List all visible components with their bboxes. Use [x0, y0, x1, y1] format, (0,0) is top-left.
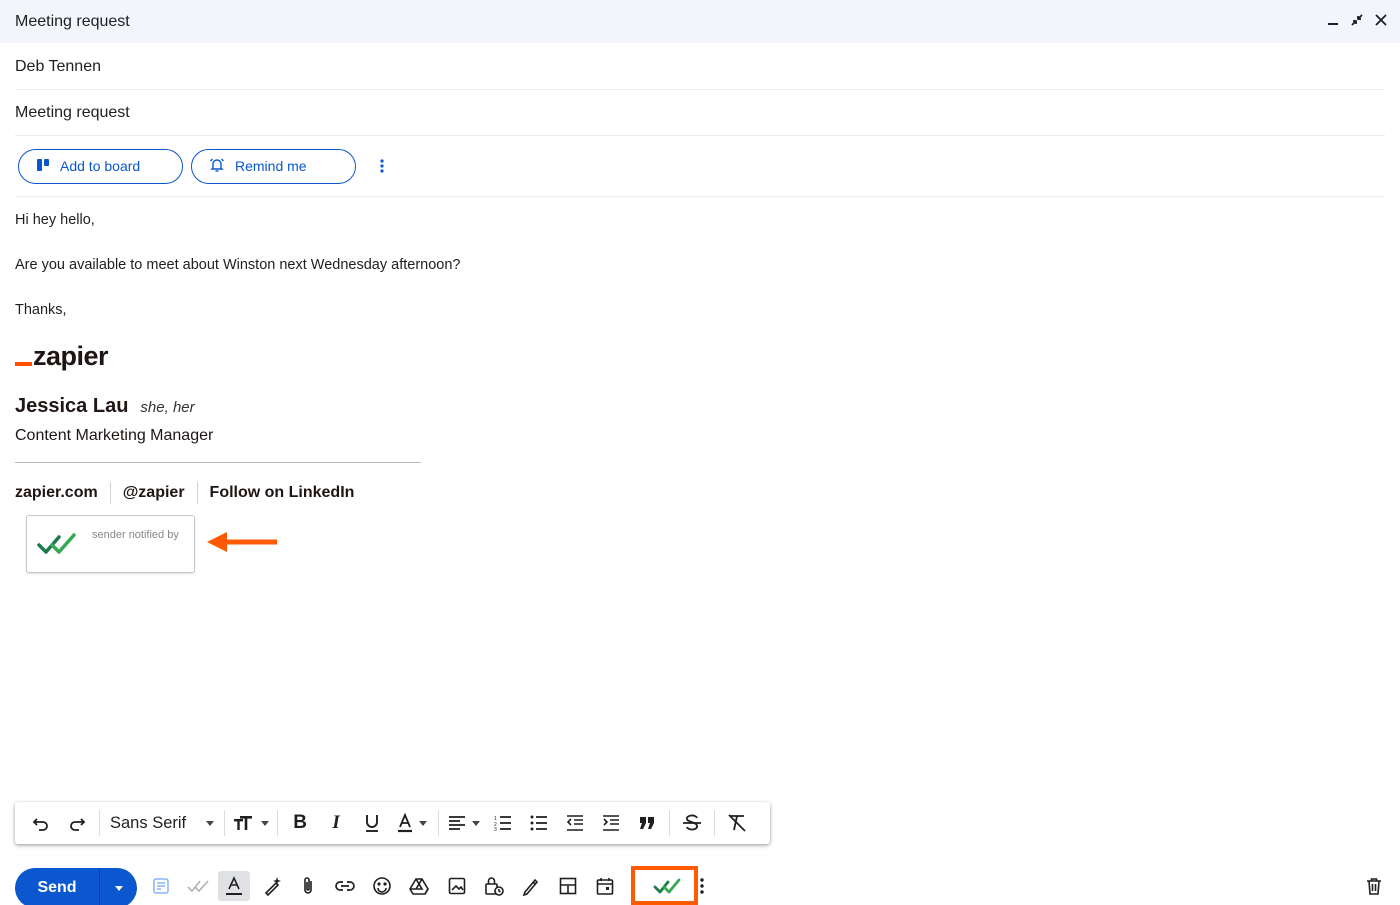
- redo-icon[interactable]: [59, 808, 95, 838]
- closing-text: Thanks,: [15, 302, 67, 318]
- chevron-down-icon: [114, 885, 123, 891]
- send-label: Send: [37, 879, 77, 896]
- send-button[interactable]: Send: [15, 868, 137, 905]
- zapier-logo-text: zapier: [33, 341, 109, 371]
- toolbar-divider: [438, 810, 440, 836]
- sender-notified-badge: sender notified by: [26, 515, 195, 573]
- greeting-text: Hi hey hello,: [15, 212, 95, 228]
- double-check-icon: [37, 533, 76, 554]
- toolbar-divider: [669, 810, 671, 836]
- toolbar-divider: [277, 810, 279, 836]
- signature-job-title: Content Marketing Manager: [15, 427, 214, 444]
- read-receipt-gray-icon[interactable]: [185, 873, 211, 899]
- link-website[interactable]: zapier.com: [15, 484, 98, 502]
- signature-divider: [15, 462, 421, 463]
- chevron-down-icon: [260, 820, 269, 826]
- undo-icon[interactable]: [23, 808, 59, 838]
- toolbar-divider: [224, 810, 226, 836]
- quote-icon[interactable]: [629, 808, 665, 838]
- chevron-down-icon: [206, 820, 215, 826]
- close-icon[interactable]: [1374, 10, 1388, 30]
- zapier-logo-underscore: [15, 362, 32, 366]
- font-family-value: Sans Serif: [110, 813, 187, 832]
- zapier-logo: zapier: [15, 341, 109, 371]
- formatting-options-icon[interactable]: [218, 871, 250, 901]
- numbered-list-icon[interactable]: 123: [485, 808, 521, 838]
- orange-arrow-icon: [207, 532, 277, 552]
- google-drive-icon[interactable]: [406, 873, 432, 899]
- toolbar-divider: [99, 810, 100, 836]
- more-options-icon[interactable]: [692, 873, 712, 899]
- insert-link-icon[interactable]: [332, 873, 358, 899]
- link-linkedin[interactable]: Follow on LinkedIn: [210, 484, 355, 502]
- remind-me-label: Remind me: [235, 158, 307, 174]
- body-text: Are you available to meet about Winston …: [15, 257, 461, 273]
- confidential-mode-icon[interactable]: [481, 873, 507, 899]
- subject-text: Meeting request: [15, 103, 130, 121]
- layouts-icon[interactable]: [555, 873, 581, 899]
- recipients-field[interactable]: Deb Tennen: [15, 44, 1385, 90]
- strikethrough-icon[interactable]: [674, 808, 710, 838]
- read-receipt-check-icon[interactable]: [650, 873, 684, 899]
- signature-pen-icon[interactable]: [518, 873, 544, 899]
- compose-window: Meeting request Deb Tennen Meeting reque…: [0, 0, 1400, 905]
- indent-less-icon[interactable]: [557, 808, 593, 838]
- align-icon[interactable]: [443, 808, 485, 838]
- link-separator: [109, 482, 111, 504]
- alarm-icon: [209, 157, 225, 176]
- add-to-board-label: Add to board: [60, 158, 141, 174]
- addon-bar: Add to board Remind me: [15, 136, 1385, 197]
- formatting-toolbar: Sans Serif B I 123: [15, 802, 770, 844]
- compose-title-bar[interactable]: Meeting request: [0, 0, 1400, 43]
- signature-pronouns: she, her: [140, 399, 195, 416]
- bulleted-list-icon[interactable]: [521, 808, 557, 838]
- calendar-event-icon[interactable]: [592, 873, 618, 899]
- compose-action-bar: Send: [0, 866, 1400, 905]
- svg-text:3: 3: [494, 827, 497, 831]
- minimize-icon[interactable]: [1326, 10, 1340, 30]
- italic-icon[interactable]: I: [318, 808, 354, 838]
- text-size-icon[interactable]: [229, 808, 273, 838]
- add-to-board-button[interactable]: Add to board: [18, 148, 183, 184]
- remind-me-button[interactable]: Remind me: [191, 148, 356, 184]
- insert-photo-icon[interactable]: [444, 873, 470, 899]
- window-controls: [1326, 10, 1388, 30]
- text-color-icon[interactable]: [390, 808, 434, 838]
- addon-more-options-icon[interactable]: [372, 151, 392, 181]
- send-options-button[interactable]: [100, 885, 137, 891]
- font-family-select[interactable]: Sans Serif: [104, 808, 220, 838]
- indent-more-icon[interactable]: [593, 808, 629, 838]
- trello-board-icon: [36, 158, 50, 175]
- signature-name-line: Jessica Lau she, her: [15, 395, 195, 418]
- link-separator: [196, 482, 198, 504]
- toolbar-divider: [714, 810, 716, 836]
- sender-notified-text: sender notified by: [92, 529, 179, 541]
- underline-icon[interactable]: [354, 808, 390, 838]
- attach-file-icon[interactable]: [295, 873, 321, 899]
- signature-name: Jessica Lau: [15, 395, 129, 417]
- ai-write-icon[interactable]: [260, 873, 286, 899]
- subject-field[interactable]: Meeting request: [15, 90, 1385, 136]
- chevron-down-icon: [472, 820, 481, 826]
- notes-icon[interactable]: [148, 873, 174, 899]
- discard-draft-icon[interactable]: [1361, 873, 1387, 899]
- recipient-chip[interactable]: Deb Tennen: [15, 58, 101, 76]
- link-twitter[interactable]: @zapier: [123, 484, 185, 502]
- chevron-down-icon: [419, 820, 428, 826]
- emoji-icon[interactable]: [369, 873, 395, 899]
- bold-icon[interactable]: B: [282, 808, 318, 838]
- window-title: Meeting request: [15, 12, 130, 30]
- collapse-icon[interactable]: [1350, 10, 1364, 30]
- remove-formatting-icon[interactable]: [719, 808, 755, 838]
- signature-links: zapier.com @zapier Follow on LinkedIn: [15, 482, 354, 504]
